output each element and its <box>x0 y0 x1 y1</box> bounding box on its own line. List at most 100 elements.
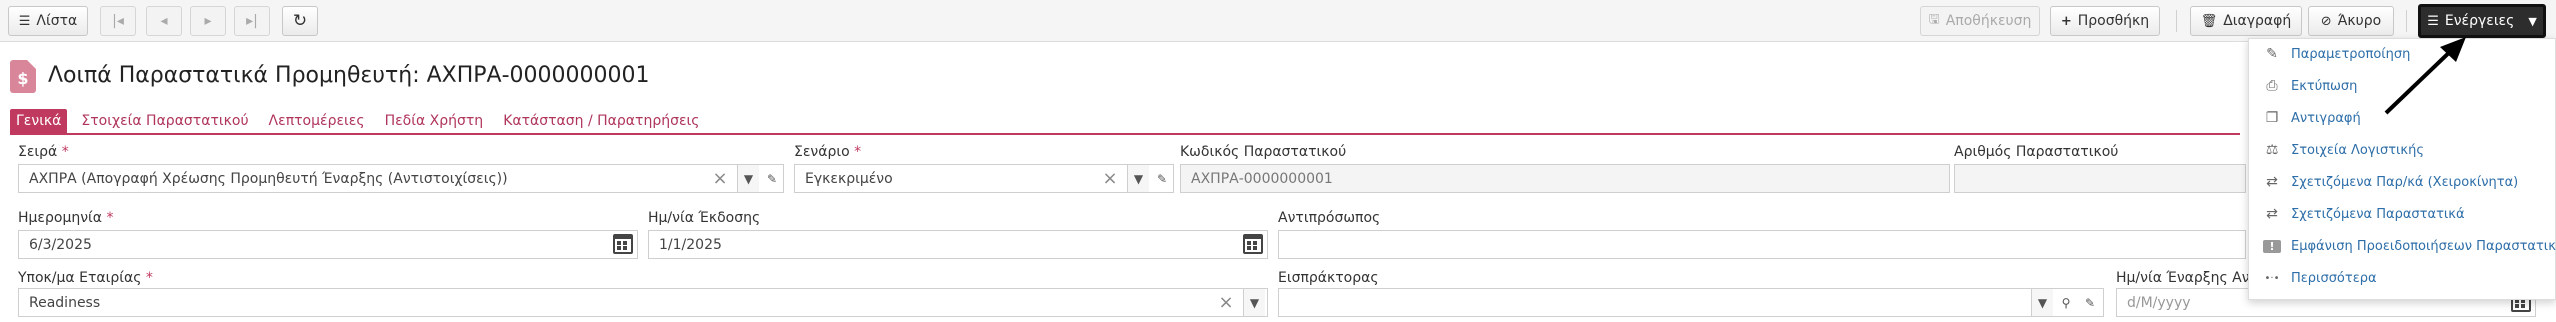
add-button[interactable]: + Προσθήκη <box>2050 6 2160 36</box>
doc-code-label: Κωδικός Παραστατικού <box>1180 144 1347 160</box>
calendar-icon[interactable] <box>613 234 633 254</box>
search-icon[interactable]: ⚲ <box>2055 289 2077 316</box>
cancel-button[interactable]: ⊘ Άκυρο <box>2308 6 2394 36</box>
doc-code-field: ΑΧΠΡΑ-0000000001 <box>1180 164 1950 193</box>
plus-icon: + <box>2060 13 2072 29</box>
scenario-value: Εγκεκριμένο <box>805 170 893 187</box>
menu-item-accounting[interactable]: ⚖ Στοιχεία Λογιστικής <box>2263 138 2424 162</box>
caret-down-icon: ▼ <box>2528 14 2537 28</box>
toolbar-divider <box>2176 10 2177 32</box>
save-button[interactable]: 🖫 Αποθήκευση <box>1920 6 2040 36</box>
ban-icon: ⊘ <box>2320 13 2332 29</box>
clear-icon[interactable]: × <box>709 165 731 192</box>
menu-item-label: Στοιχεία Λογιστικής <box>2291 142 2424 158</box>
document-icon: $ <box>10 60 36 93</box>
delete-label: Διαγραφή <box>2223 13 2292 29</box>
doc-number-label: Αριθμός Παραστατικού <box>1954 144 2119 160</box>
actions-menu: ✎ Παραμετροποίηση ⎙ Εκτύπωση ❐ Αντιγραφή ⚖ Σ… <box>2248 38 2556 300</box>
chevron-down-icon[interactable]: ▼ <box>1127 165 1149 192</box>
tab-details[interactable]: Λεπτομέρειες <box>263 109 371 133</box>
more-icon: •·• <box>2264 272 2280 284</box>
tab-bar: Γενικά Στοιχεία Παραστατικού Λεπτομέρειε… <box>10 109 2240 135</box>
menu-item-label: Περισσότερα <box>2291 270 2377 286</box>
calendar-icon[interactable] <box>1243 234 1263 254</box>
doc-number-field[interactable] <box>1954 164 2246 193</box>
scenario-field[interactable]: Εγκεκριμένο × ▼ ✎ <box>794 164 1174 193</box>
collector-field[interactable]: ▼ ⚲ ✎ <box>1278 288 2104 317</box>
list-label: Λίστα <box>36 13 78 29</box>
toolbar: ☰ Λίστα |◂ ◂ ▸ ▸| ↻ 🖫 Αποθήκευση + Προσθ… <box>0 0 2556 42</box>
add-label: Προσθήκη <box>2077 13 2150 29</box>
date-label: Ημερομηνία * <box>18 210 114 226</box>
chevron-down-icon[interactable]: ▼ <box>2031 289 2053 316</box>
issue-date-value: 1/1/2025 <box>659 236 722 253</box>
save-label: Αποθήκευση <box>1945 13 2032 29</box>
clear-icon[interactable]: × <box>1099 165 1121 192</box>
representative-label: Αντιπρόσωπος <box>1278 210 1381 226</box>
save-icon: 🖫 <box>1928 12 1940 27</box>
first-icon: |◂ <box>112 13 124 29</box>
doc-code-value: ΑΧΠΡΑ-0000000001 <box>1191 170 1333 187</box>
menu-item-related-manual[interactable]: ⇄ Σχετιζόμενα Παρ/κά (Χειροκίνητα) <box>2263 170 2518 194</box>
series-field[interactable]: ΑΧΠΡΑ (Απογραφή Χρέωσης Προμηθευτή Έναρξ… <box>18 164 784 193</box>
pencil-icon[interactable]: ✎ <box>1151 165 1173 192</box>
menu-item-label: Εκτύπωση <box>2291 78 2358 94</box>
menu-item-label: Εμφάνιση Προειδοποιήσεων Παραστατικού <box>2291 238 2556 254</box>
menu-item-label: Σχετιζόμενα Παραστατικά <box>2291 206 2465 222</box>
list-icon: ☰ <box>18 13 31 29</box>
date-field[interactable]: 6/3/2025 <box>18 230 638 259</box>
branch-value: Readiness <box>29 294 101 311</box>
printer-icon: ⎙ <box>2266 78 2278 94</box>
next-record-button[interactable]: ▸ <box>190 6 226 36</box>
pencil-icon[interactable]: ✎ <box>2079 289 2101 316</box>
list-button[interactable]: ☰ Λίστα <box>8 6 88 36</box>
trash-icon: 🗑 <box>2200 13 2218 29</box>
menu-item-related-docs[interactable]: ⇄ Σχετιζόμενα Παραστατικά <box>2263 202 2465 226</box>
start-date-placeholder: d/M/yyyy <box>2127 294 2191 311</box>
scenario-label: Σενάριο * <box>794 144 862 160</box>
delete-button[interactable]: 🗑 Διαγραφή <box>2190 6 2302 36</box>
start-date-label: Ημ/νία Έναρξης Αντ <box>2116 270 2258 286</box>
menu-item-label: Παραμετροποίηση <box>2291 46 2411 62</box>
issue-date-label: Ημ/νία Έκδοσης <box>648 210 761 226</box>
copy-icon: ❐ <box>2265 110 2279 126</box>
issue-date-field[interactable]: 1/1/2025 <box>648 230 1268 259</box>
menu-item-copy[interactable]: ❐ Αντιγραφή <box>2263 106 2361 130</box>
tab-status-notes[interactable]: Κατάσταση / Παρατηρήσεις <box>497 109 705 133</box>
refresh-button[interactable]: ↻ <box>282 6 318 36</box>
branch-field[interactable]: Readiness × ▼ <box>18 288 1268 317</box>
actions-button[interactable]: ☰ Ενέργειες ▼ <box>2418 4 2546 38</box>
menu-icon: ☰ <box>2427 13 2439 29</box>
last-icon: ▸| <box>246 13 258 29</box>
menu-item-customize[interactable]: ✎ Παραμετροποίηση <box>2263 42 2410 66</box>
accounting-icon: ⚖ <box>2265 142 2279 158</box>
first-record-button[interactable]: |◂ <box>100 6 136 36</box>
related-manual-icon: ⇄ <box>2266 174 2278 190</box>
menu-item-more[interactable]: •·• Περισσότερα <box>2263 266 2377 290</box>
series-label: Σειρά * <box>18 144 69 160</box>
related-docs-icon: ⇄ <box>2266 206 2278 222</box>
representative-field[interactable] <box>1278 230 2246 259</box>
series-value: ΑΧΠΡΑ (Απογραφή Χρέωσης Προμηθευτή Έναρξ… <box>29 170 508 187</box>
tab-user-fields[interactable]: Πεδία Χρήστη <box>379 109 490 133</box>
menu-item-print[interactable]: ⎙ Εκτύπωση <box>2263 74 2357 98</box>
date-value: 6/3/2025 <box>29 236 92 253</box>
warning-icon: ! <box>2263 239 2281 253</box>
chevron-down-icon[interactable]: ▼ <box>1243 289 1265 316</box>
tab-general[interactable]: Γενικά <box>10 109 68 133</box>
chevron-down-icon[interactable]: ▼ <box>737 165 759 192</box>
refresh-icon: ↻ <box>292 11 308 31</box>
menu-item-label: Σχετιζόμενα Παρ/κά (Χειροκίνητα) <box>2291 174 2519 190</box>
edit-icon: ✎ <box>2266 46 2278 62</box>
clear-icon[interactable]: × <box>1215 289 1237 316</box>
branch-label: Υποκ/μα Εταιρίας * <box>18 270 153 286</box>
last-record-button[interactable]: ▸| <box>234 6 270 36</box>
toolbar-divider <box>2406 10 2407 32</box>
page-title: Λοιπά Παραστατικά Προμηθευτή: ΑΧΠΡΑ-0000… <box>48 63 650 88</box>
cancel-label: Άκυρο <box>2337 13 2382 29</box>
tab-document-info[interactable]: Στοιχεία Παραστατικού <box>75 109 254 133</box>
previous-icon: ◂ <box>160 13 168 29</box>
pencil-icon[interactable]: ✎ <box>761 165 783 192</box>
previous-record-button[interactable]: ◂ <box>146 6 182 36</box>
menu-item-warnings[interactable]: ! Εμφάνιση Προειδοποιήσεων Παραστατικού <box>2263 234 2556 258</box>
